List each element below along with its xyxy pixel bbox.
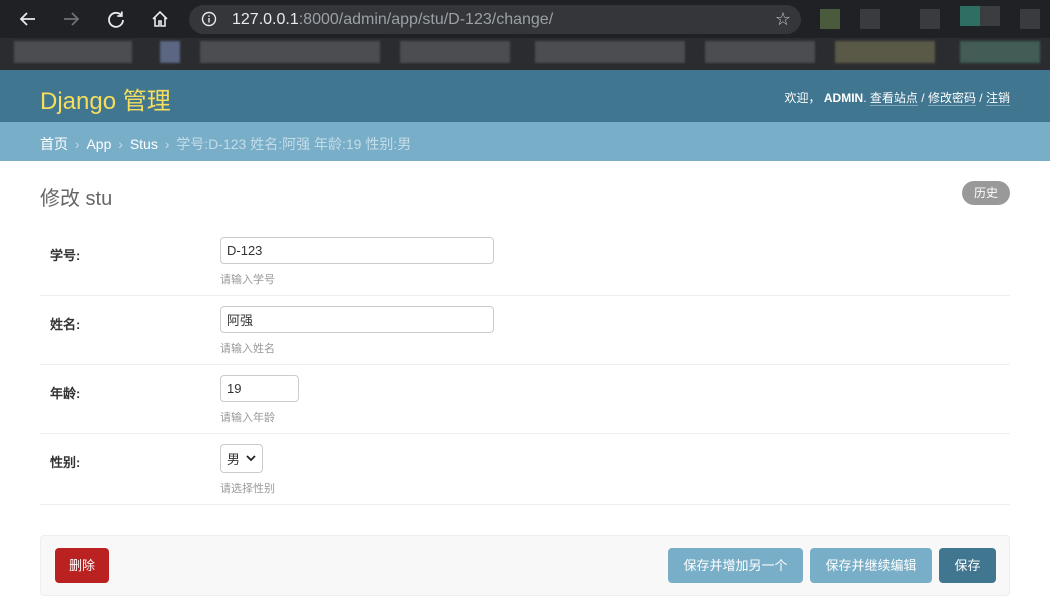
name-input[interactable]	[220, 306, 494, 333]
extension-icon[interactable]	[860, 9, 880, 29]
field-label: 学号:	[50, 248, 81, 263]
chevron-down-icon	[246, 455, 256, 462]
url-path: :8000/admin/app/stu/D-123/change/	[298, 11, 554, 28]
separator: /	[921, 91, 925, 105]
address-url: 127.0.0.1:8000/admin/app/stu/D-123/chang…	[232, 11, 553, 29]
help-text: 请输入学号	[220, 274, 275, 286]
breadcrumb-separator: ›	[74, 136, 80, 152]
breadcrumb-separator: ›	[118, 136, 123, 152]
sno-input[interactable]	[220, 237, 494, 264]
form-row-gender: 性别: 男 请选择性别	[40, 434, 1010, 505]
history-button[interactable]: 历史	[961, 181, 1010, 205]
bookmark-item[interactable]	[535, 41, 685, 63]
gender-select-value: 男	[227, 452, 241, 467]
arrow-left-icon[interactable]	[16, 7, 40, 31]
form-row-sno: 学号: 请输入学号	[40, 227, 1010, 296]
page-title: 修改 stu	[40, 188, 113, 210]
url-host: 127.0.0.1	[232, 11, 299, 28]
bookmark-item[interactable]	[835, 41, 935, 63]
user-tools: 欢迎， ADMIN. 查看站点 / 修改密码 / 注销	[784, 91, 1010, 106]
site-header: Django 管理 欢迎， ADMIN. 查看站点 / 修改密码 / 注销	[0, 70, 1050, 122]
bookmark-item[interactable]	[705, 41, 815, 63]
change-password-link[interactable]: 修改密码	[927, 91, 976, 106]
help-text: 请输入年龄	[220, 412, 275, 424]
username: ADMIN	[823, 91, 864, 105]
breadcrumb-home[interactable]: 首页	[40, 136, 68, 152]
field-label: 性别:	[50, 455, 81, 470]
extension-icon[interactable]	[920, 9, 940, 29]
age-input[interactable]	[220, 375, 299, 402]
breadcrumb-app[interactable]: App	[86, 136, 111, 152]
reload-icon[interactable]	[104, 7, 128, 31]
extension-icon[interactable]	[1020, 9, 1040, 29]
extension-area	[818, 6, 1050, 32]
welcome-text: 欢迎，	[784, 91, 821, 105]
browser-toolbar: 127.0.0.1:8000/admin/app/stu/D-123/chang…	[0, 0, 1050, 38]
bookmark-item[interactable]	[160, 41, 180, 63]
breadcrumb-model[interactable]: Stus	[130, 136, 158, 152]
bookmarks-bar	[0, 38, 1050, 70]
field-label: 姓名:	[50, 317, 81, 332]
bookmark-item[interactable]	[400, 41, 510, 63]
gender-select[interactable]: 男	[220, 444, 264, 473]
logout-link[interactable]: 注销	[985, 91, 1010, 106]
help-text: 请选择性别	[220, 483, 275, 495]
info-icon[interactable]	[201, 11, 217, 27]
home-icon[interactable]	[148, 7, 172, 31]
extension-icon[interactable]	[960, 6, 980, 26]
separator: /	[979, 91, 983, 105]
star-icon[interactable]: ☆	[775, 9, 791, 30]
form-row-age: 年龄: 请输入年龄	[40, 365, 1010, 434]
arrow-right-icon[interactable]	[59, 7, 83, 31]
bookmark-item[interactable]	[14, 41, 132, 63]
view-site-link[interactable]: 查看站点	[869, 91, 918, 106]
site-branding[interactable]: Django 管理	[40, 81, 171, 116]
save-add-another-button[interactable]: 保存并增加另一个	[668, 548, 803, 583]
help-text: 请输入姓名	[220, 343, 275, 355]
field-label: 年龄:	[50, 386, 81, 401]
submit-row: 删除 保存并增加另一个 保存并继续编辑 保存	[40, 535, 1010, 596]
extension-icon[interactable]	[980, 6, 1000, 26]
breadcrumb-current: 学号:D-123 姓名:阿强 年龄:19 性别:男	[176, 136, 412, 152]
save-button[interactable]: 保存	[939, 548, 996, 583]
breadcrumb: 首页 › App › Stus › 学号:D-123 姓名:阿强 年龄:19 性…	[0, 122, 1050, 161]
delete-button[interactable]: 删除	[55, 548, 110, 583]
bookmark-item[interactable]	[200, 41, 380, 63]
bookmark-item[interactable]	[960, 41, 1040, 63]
extension-icon[interactable]	[820, 9, 840, 29]
save-continue-button[interactable]: 保存并继续编辑	[810, 548, 932, 583]
breadcrumb-separator: ›	[164, 136, 170, 152]
form-row-name: 姓名: 请输入姓名	[40, 296, 1010, 365]
address-bar[interactable]: 127.0.0.1:8000/admin/app/stu/D-123/chang…	[189, 5, 801, 34]
